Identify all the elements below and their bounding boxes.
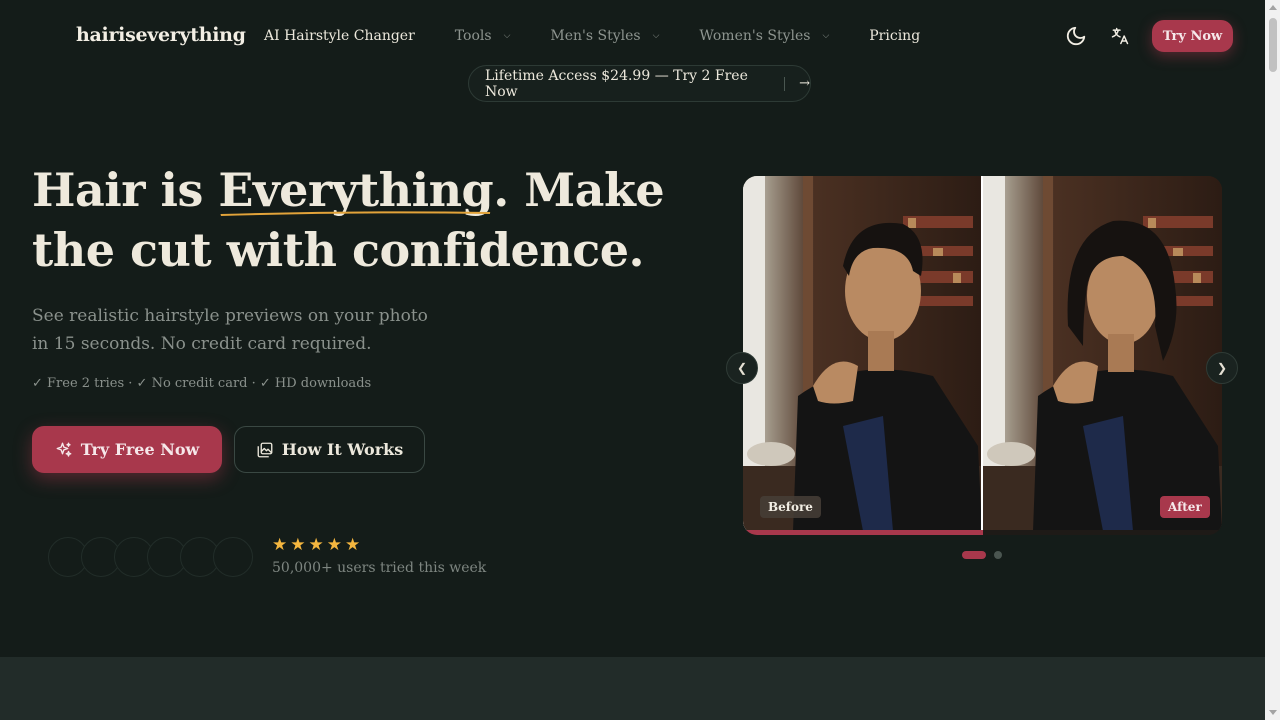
after-label: After xyxy=(1160,496,1210,518)
before-photo xyxy=(743,176,982,531)
nav-item-label: Men's Styles xyxy=(550,28,641,44)
after-photo xyxy=(983,176,1222,531)
social-proof-text: 50,000+ users tried this week xyxy=(272,560,487,576)
slide-indicators xyxy=(962,551,1002,559)
promo-banner[interactable]: Lifetime Access $24.99 — Try 2 Free Now … xyxy=(468,65,811,102)
arrow-right-icon: → xyxy=(799,76,810,91)
slide-progress xyxy=(743,530,1222,535)
try-now-button[interactable]: Try Now xyxy=(1152,20,1233,52)
slide-dot[interactable] xyxy=(994,551,1002,559)
avatar xyxy=(213,537,253,577)
gallery-icon xyxy=(256,441,274,459)
nav-item-label: Women's Styles xyxy=(699,28,811,44)
try-free-now-button[interactable]: Try Free Now xyxy=(32,426,222,473)
scroll-up-arrow-icon[interactable] xyxy=(1269,5,1277,10)
rating-stars: ★ ★ ★ ★ ★ xyxy=(272,535,363,555)
hero-title: Hair is Everything. Make the cut with co… xyxy=(32,160,672,280)
scroll-down-arrow-icon[interactable] xyxy=(1269,710,1277,715)
star-icon: ★ xyxy=(326,535,342,555)
scroll-thumb[interactable] xyxy=(1269,18,1277,72)
hero-title-highlight: Everything xyxy=(218,160,493,220)
previous-slide-button[interactable]: ❮ xyxy=(726,352,758,384)
site-header: hairiseverything AI Hairstyle Changer To… xyxy=(0,0,1265,72)
hero-subtitle: See realistic hairstyle previews on your… xyxy=(32,306,428,354)
before-after-slider[interactable] xyxy=(743,176,1222,535)
slide-progress-fill xyxy=(743,530,983,535)
chevron-down-icon: ⌵ xyxy=(822,31,830,41)
chevron-down-icon: ⌵ xyxy=(503,31,511,41)
language-button[interactable] xyxy=(1108,24,1132,48)
how-it-works-label: How It Works xyxy=(281,440,404,459)
nav-tools[interactable]: Tools ⌵ xyxy=(455,28,511,44)
nav-womens-styles[interactable]: Women's Styles ⌵ xyxy=(699,28,829,44)
site-logo[interactable]: hairiseverything xyxy=(76,24,246,46)
slider-divider[interactable] xyxy=(981,176,983,531)
promo-divider xyxy=(784,76,786,91)
nav-item-label: Pricing xyxy=(869,28,921,44)
chevron-left-icon: ❮ xyxy=(736,361,748,375)
before-label: Before xyxy=(760,496,821,518)
nav-item-label: AI Hairstyle Changer xyxy=(264,28,415,44)
nav-item-label: Tools xyxy=(454,28,492,44)
next-slide-button[interactable]: ❯ xyxy=(1206,352,1238,384)
nav-pricing[interactable]: Pricing xyxy=(869,28,920,44)
page: hairiseverything AI Hairstyle Changer To… xyxy=(0,0,1265,720)
page-scrollbar[interactable] xyxy=(1265,0,1280,720)
try-free-now-label: Try Free Now xyxy=(80,440,200,459)
slide-dot-active[interactable] xyxy=(962,551,986,559)
star-icon: ★ xyxy=(272,535,288,555)
underline-squiggle-icon xyxy=(220,211,491,216)
how-it-works-button[interactable]: How It Works xyxy=(234,426,425,473)
hero-title-part1: Hair is xyxy=(32,163,219,217)
star-icon: ★ xyxy=(308,535,324,555)
star-icon: ★ xyxy=(290,535,306,555)
sparkles-icon xyxy=(55,441,73,459)
main-nav: AI Hairstyle Changer Tools ⌵ Men's Style… xyxy=(264,28,960,44)
nav-ai-hairstyle-changer[interactable]: AI Hairstyle Changer xyxy=(264,28,415,44)
translate-icon xyxy=(1111,27,1129,45)
nav-mens-styles[interactable]: Men's Styles ⌵ xyxy=(550,28,659,44)
moon-icon xyxy=(1066,26,1086,46)
chevron-right-icon: ❯ xyxy=(1216,361,1228,375)
user-avatars xyxy=(48,537,253,577)
theme-toggle-button[interactable] xyxy=(1064,24,1088,48)
chevron-down-icon: ⌵ xyxy=(652,31,660,41)
star-icon: ★ xyxy=(345,535,361,555)
promo-text: Lifetime Access $24.99 — Try 2 Free Now xyxy=(485,67,748,100)
next-section xyxy=(0,657,1265,720)
hero-benefits: ✓ Free 2 tries · ✓ No credit card · ✓ HD… xyxy=(32,376,372,391)
